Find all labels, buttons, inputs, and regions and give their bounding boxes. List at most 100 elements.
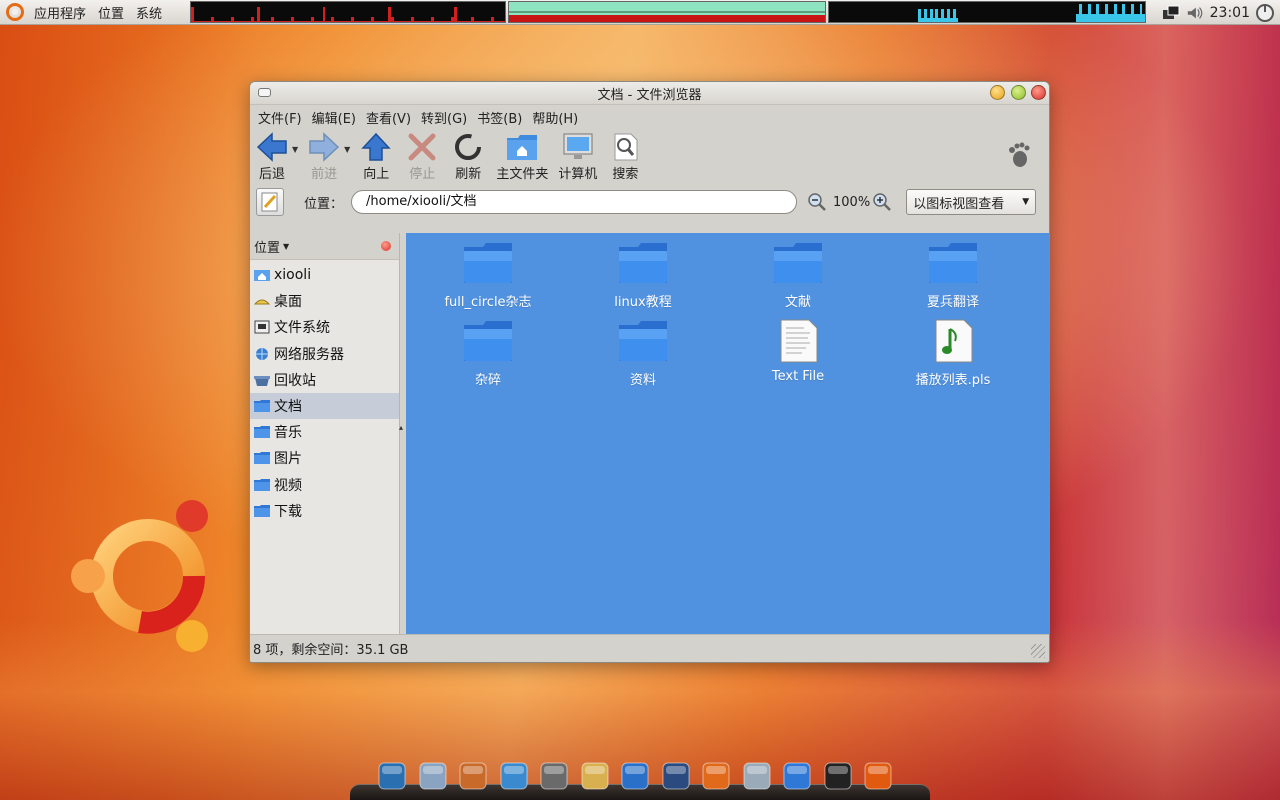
menu-system[interactable]: 系统	[130, 3, 168, 22]
menu-bookmarks[interactable]: 书签(B)	[472, 108, 527, 127]
menu-go[interactable]: 转到(G)	[416, 108, 472, 127]
maximize-button[interactable]	[1011, 85, 1026, 100]
ubuntu-icon[interactable]	[862, 760, 894, 792]
folder-item[interactable]: 夏兵翻译	[883, 241, 1023, 310]
folder-icon[interactable]	[781, 760, 813, 792]
folder-icon	[618, 319, 668, 363]
file-manager-icon[interactable]	[741, 760, 773, 792]
computer-label: 计算机	[558, 167, 598, 182]
sidebar-header-label: 位置	[254, 240, 281, 256]
window-list-icon[interactable]	[1162, 5, 1180, 21]
folder-icon	[253, 504, 271, 518]
window-menu-button[interactable]	[258, 88, 271, 97]
sidebar-item[interactable]: 文件系统	[250, 314, 399, 340]
titlebar[interactable]: 文档 - 文件浏览器	[250, 82, 1049, 105]
up-button[interactable]: 向上	[358, 129, 394, 182]
forward-button[interactable]: 前进	[306, 129, 342, 182]
computer-icon	[563, 133, 593, 159]
zoom-in-icon[interactable]	[872, 192, 892, 212]
sidebar-item[interactable]: xiooli	[250, 262, 399, 288]
sidebar-item[interactable]: 音乐	[250, 419, 399, 445]
sidebar-header[interactable]: 位置 ▼	[250, 233, 399, 260]
sidebar-item-label: xiooli	[274, 267, 312, 284]
close-button[interactable]	[1031, 85, 1046, 100]
sidebar-item[interactable]: 图片	[250, 445, 399, 471]
folder-icon	[253, 478, 271, 492]
file-name: 资料	[629, 373, 656, 388]
system-monitor-icon[interactable]	[376, 760, 408, 792]
file-item[interactable]: 播放列表.pls	[883, 319, 1023, 388]
back-button[interactable]: 后退	[254, 129, 290, 182]
system-tray: 23:01	[1162, 0, 1280, 25]
clock[interactable]: 23:01	[1210, 5, 1250, 21]
messenger-icon[interactable]	[498, 760, 530, 792]
zoom-out-icon[interactable]	[807, 192, 827, 212]
menu-file[interactable]: 文件(F)	[253, 108, 307, 127]
search-icon	[614, 133, 638, 161]
sidebar-item[interactable]: 文档	[250, 392, 399, 420]
menu-view[interactable]: 查看(V)	[361, 108, 416, 127]
sidebar-item[interactable]: 下载	[250, 498, 399, 524]
trash-icon	[253, 373, 271, 387]
media-player-icon[interactable]	[538, 760, 570, 792]
stop-button[interactable]: 停止	[404, 129, 440, 182]
home-button[interactable]: 主文件夹	[496, 129, 548, 182]
terminal-screen-icon[interactable]	[660, 760, 692, 792]
file-name: 杂碎	[474, 373, 501, 388]
folder-item[interactable]: 资料	[573, 319, 713, 388]
power-icon[interactable]	[1256, 3, 1274, 22]
icon-view[interactable]: full_circle杂志 linux教程 文献 夏兵翻译杂碎 资料 Text File 播…	[406, 233, 1049, 636]
menu-applications[interactable]: 应用程序	[28, 3, 92, 22]
menu-edit[interactable]: 编辑(E)	[307, 108, 361, 127]
stop-icon	[408, 133, 436, 161]
menubar: 文件(F) 编辑(E) 查看(V) 转到(G) 书签(B) 帮助(H)	[250, 105, 1049, 129]
cpu-graph[interactable]	[190, 1, 506, 23]
sidebar-item-label: 下载	[274, 503, 302, 520]
folder-item[interactable]: 文献	[728, 241, 868, 310]
folder-icon	[463, 319, 513, 363]
forward-label: 前进	[311, 167, 338, 182]
back-history-dropdown[interactable]: ▼	[292, 145, 298, 154]
forward-history-dropdown[interactable]: ▼	[344, 145, 350, 154]
folder-item[interactable]: 杂碎	[418, 319, 558, 388]
sidebar-close-icon[interactable]	[381, 241, 391, 251]
folder-item[interactable]: full_circle杂志	[418, 241, 558, 310]
sidebar-item[interactable]: 桌面	[250, 288, 399, 314]
minimize-button[interactable]	[990, 85, 1005, 100]
location-input[interactable]: /home/xiooli/文档	[351, 190, 798, 214]
up-arrow-icon	[361, 132, 392, 161]
ubuntu-wallpaper-logo	[71, 500, 208, 652]
network-graph[interactable]	[828, 1, 1146, 23]
statusbar: 8 项，剩余空间：35.1 GB	[250, 634, 1049, 662]
desktop-icon	[253, 294, 271, 308]
toggle-location-entry-button[interactable]	[256, 188, 284, 216]
sidebar-item[interactable]: 网络服务器	[250, 341, 399, 367]
network-icon[interactable]	[417, 760, 449, 792]
back-arrow-icon	[256, 132, 287, 162]
sidebar-item-label: 图片	[274, 451, 302, 468]
globe-icon[interactable]	[619, 760, 651, 792]
memory-graph[interactable]	[508, 1, 826, 23]
firefox-icon[interactable]	[700, 760, 732, 792]
sidebar-item[interactable]: 视频	[250, 472, 399, 498]
ubuntu-logo-icon[interactable]	[6, 3, 24, 21]
gimp-icon[interactable]	[457, 760, 489, 792]
file-name: 播放列表.pls	[915, 373, 991, 388]
menu-places[interactable]: 位置	[92, 3, 130, 22]
reload-button[interactable]: 刷新	[450, 129, 486, 182]
sidebar-item[interactable]: 回收站	[250, 367, 399, 393]
sidebar: 位置 ▼ xiooli 桌面 文件系统 网络服务器 回收站 文档 音乐图片视频下载	[250, 233, 400, 636]
view-mode-select[interactable]: 以图标视图查看 ▼	[906, 189, 1037, 215]
menu-help[interactable]: 帮助(H)	[527, 108, 583, 127]
resize-grip[interactable]	[1031, 644, 1045, 658]
file-item[interactable]: Text File	[728, 319, 868, 384]
terminal-icon[interactable]	[822, 760, 854, 792]
file-name: 文献	[784, 295, 811, 310]
computer-button[interactable]: 计算机	[558, 129, 597, 182]
home-folder-icon	[507, 135, 538, 160]
search-button[interactable]: 搜索	[607, 129, 643, 182]
zoom-level[interactable]: 100%	[833, 195, 870, 210]
folder-item[interactable]: linux教程	[573, 241, 713, 310]
disc-icon[interactable]	[579, 760, 611, 792]
volume-icon[interactable]	[1186, 5, 1204, 21]
